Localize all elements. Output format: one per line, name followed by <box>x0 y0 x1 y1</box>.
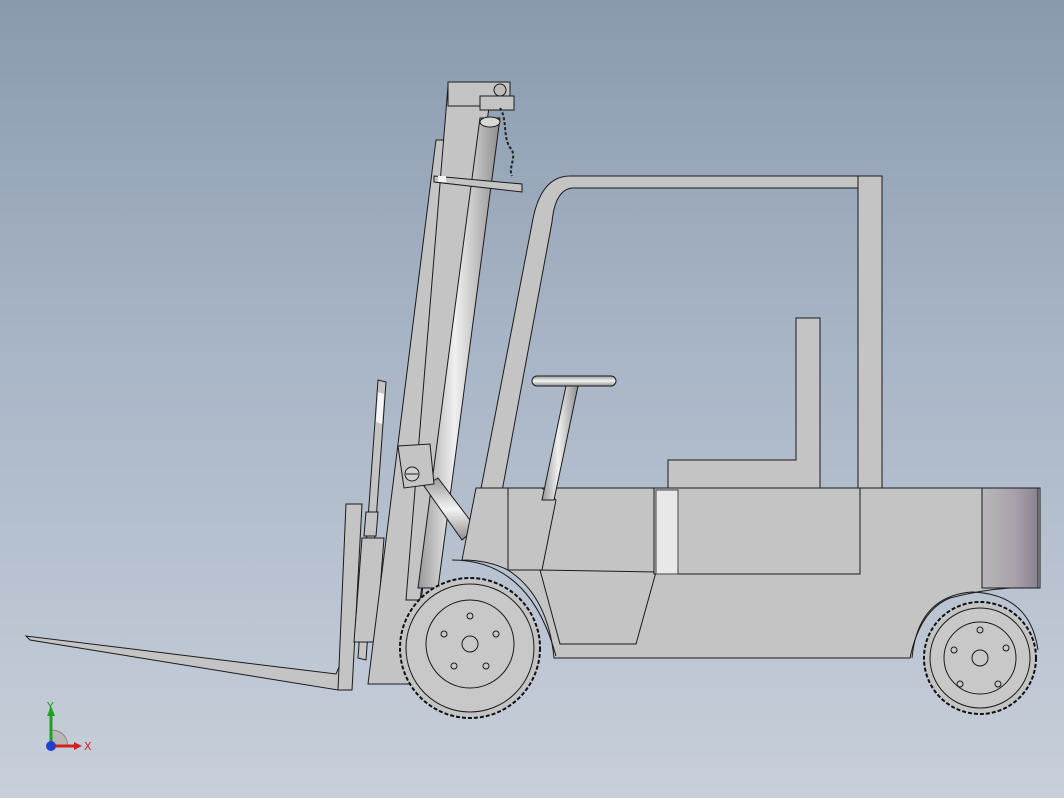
seat-box-highlight <box>655 489 679 575</box>
chain-pulley <box>493 83 507 97</box>
lift-chain <box>499 107 515 177</box>
fork-tine <box>24 635 349 691</box>
z-axis-dot <box>46 741 56 751</box>
x-axis-head <box>74 742 82 750</box>
operator-seat <box>667 317 821 489</box>
cad-viewport[interactable] <box>0 0 1064 798</box>
rear-wheel <box>923 601 1037 715</box>
lift-cylinder-top <box>479 116 501 128</box>
mast-head-cap <box>479 95 515 111</box>
coordinate-triad: Y X <box>46 700 92 753</box>
overhead-guard-rear-post <box>857 175 883 491</box>
steering-column <box>541 385 579 501</box>
crossbar-highlight <box>438 176 446 182</box>
y-axis-label: Y <box>46 700 54 713</box>
tilt-bracket <box>397 443 435 489</box>
steering-wheel <box>531 375 617 387</box>
x-axis-label: X <box>84 740 92 753</box>
seat-box <box>653 487 861 575</box>
floor-step <box>539 569 657 645</box>
forklift-model <box>24 81 1041 719</box>
front-wheel <box>399 577 541 719</box>
counterweight <box>981 487 1039 589</box>
carriage-bracket <box>363 511 379 537</box>
